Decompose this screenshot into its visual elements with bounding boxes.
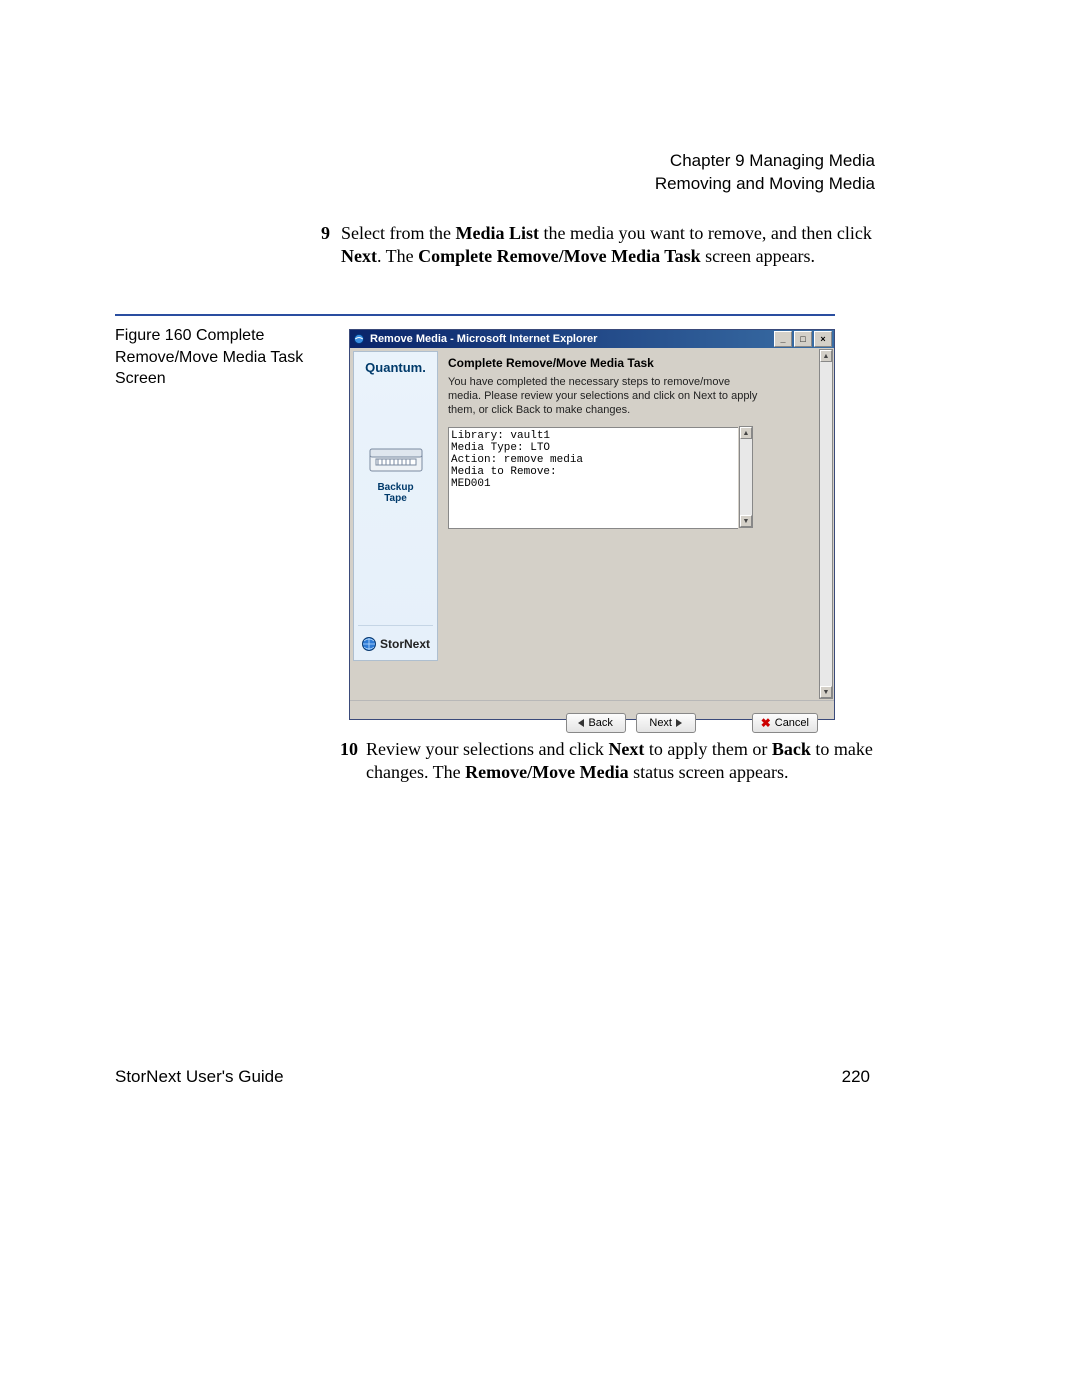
wizard-sidebar: Quantum. Backup Tape StorNext bbox=[353, 351, 438, 661]
back-button[interactable]: Back bbox=[566, 713, 626, 733]
wizard-main: Complete Remove/Move Media Task You have… bbox=[438, 348, 818, 700]
step-10-text: 10 Review your selections and click Next… bbox=[366, 738, 926, 785]
ie-icon bbox=[352, 332, 366, 346]
figure-rule bbox=[115, 314, 835, 316]
ie-window: Remove Media - Microsoft Internet Explor… bbox=[349, 329, 835, 720]
page-scrollbar[interactable]: ▲ ▼ bbox=[819, 349, 833, 699]
page: Chapter 9 Managing Media Removing and Mo… bbox=[0, 0, 1080, 1397]
product-name: StorNext bbox=[380, 637, 430, 651]
tape-label: Backup Tape bbox=[366, 482, 426, 504]
summary-scrollbar[interactable]: ▲ ▼ bbox=[739, 426, 753, 528]
summary-textarea[interactable]: Library: vault1 Media Type: LTO Action: … bbox=[448, 427, 738, 529]
scroll-up-icon[interactable]: ▲ bbox=[740, 427, 752, 439]
tape-illustration: Backup Tape bbox=[366, 445, 426, 504]
wizard-button-row: Back Next ✖ Cancel bbox=[350, 700, 834, 736]
page-header: Chapter 9 Managing Media Removing and Mo… bbox=[655, 150, 875, 196]
scroll-down-icon[interactable]: ▼ bbox=[820, 686, 832, 698]
step-10-number: 10 bbox=[340, 738, 358, 761]
arrow-left-icon bbox=[578, 719, 584, 727]
next-button[interactable]: Next bbox=[636, 713, 696, 733]
footer-title: StorNext User's Guide bbox=[115, 1067, 284, 1087]
close-button[interactable]: × bbox=[814, 331, 832, 347]
step-9-number: 9 bbox=[321, 222, 330, 245]
arrow-right-icon bbox=[676, 719, 682, 727]
brand-logo: Quantum. bbox=[365, 360, 426, 375]
scroll-up-icon[interactable]: ▲ bbox=[820, 350, 832, 362]
window-titlebar[interactable]: Remove Media - Microsoft Internet Explor… bbox=[350, 330, 834, 348]
chapter-label: Chapter 9 Managing Media bbox=[655, 150, 875, 173]
task-description: You have completed the necessary steps t… bbox=[448, 376, 758, 417]
scroll-down-icon[interactable]: ▼ bbox=[740, 515, 752, 527]
step-9-text: 9 Select from the Media List the media y… bbox=[341, 222, 901, 269]
window-title: Remove Media - Microsoft Internet Explor… bbox=[370, 333, 597, 345]
section-label: Removing and Moving Media bbox=[655, 173, 875, 196]
product-badge: StorNext bbox=[358, 625, 433, 652]
task-heading: Complete Remove/Move Media Task bbox=[448, 356, 808, 370]
globe-icon bbox=[361, 636, 377, 652]
x-icon: ✖ bbox=[761, 716, 771, 730]
cancel-button[interactable]: ✖ Cancel bbox=[752, 713, 818, 733]
window-body: ▲ ▼ Quantum. Backup Tape bbox=[350, 348, 834, 700]
maximize-button[interactable]: □ bbox=[794, 331, 812, 347]
page-number: 220 bbox=[842, 1067, 870, 1087]
figure-caption: Figure 160 Complete Remove/Move Media Ta… bbox=[115, 325, 325, 390]
minimize-button[interactable]: _ bbox=[774, 331, 792, 347]
